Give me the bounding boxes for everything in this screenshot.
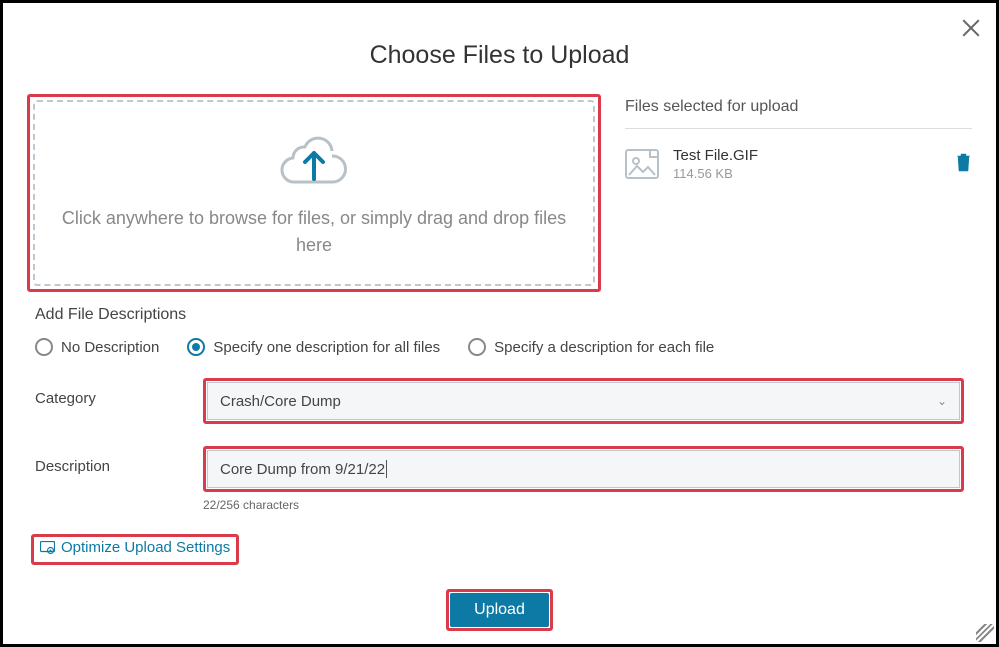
category-label: Category (35, 378, 203, 407)
radio-one-description[interactable]: Specify one description for all files (187, 338, 440, 356)
file-dropzone[interactable]: Click anywhere to browse for files, or s… (33, 100, 595, 286)
radio-no-description[interactable]: No Description (35, 338, 159, 356)
file-size: 114.56 KB (673, 166, 941, 181)
category-select[interactable]: Crash/Core Dump ⌄ (207, 382, 960, 420)
image-file-icon (625, 149, 659, 179)
resize-grip-icon[interactable] (976, 624, 994, 642)
upload-highlight: Upload (446, 589, 553, 631)
chevron-down-icon: ⌄ (937, 394, 947, 408)
dialog-title: Choose Files to Upload (3, 41, 996, 70)
description-label: Description (35, 446, 203, 475)
category-value: Crash/Core Dump (220, 393, 341, 410)
radio-label: No Description (61, 339, 159, 356)
optimize-highlight: Optimize Upload Settings (31, 534, 239, 565)
text-cursor (386, 460, 387, 478)
dropzone-text: Click anywhere to browse for files, or s… (55, 205, 573, 259)
settings-icon (40, 541, 55, 555)
file-name: Test File.GIF (673, 147, 941, 164)
description-value: Core Dump from 9/21/22 (220, 461, 385, 478)
upload-button[interactable]: Upload (450, 593, 549, 627)
close-icon[interactable] (960, 17, 982, 39)
descriptions-label: Add File Descriptions (35, 306, 964, 324)
delete-file-icon[interactable] (955, 152, 972, 177)
files-selected-heading: Files selected for upload (625, 98, 972, 129)
radio-each-description[interactable]: Specify a description for each file (468, 338, 714, 356)
dropzone-highlight: Click anywhere to browse for files, or s… (27, 94, 601, 292)
radio-label: Specify one description for all files (213, 339, 440, 356)
radio-label: Specify a description for each file (494, 339, 714, 356)
optimize-upload-settings-button[interactable]: Optimize Upload Settings (40, 539, 230, 556)
description-counter: 22/256 characters (203, 498, 964, 512)
description-highlight: Core Dump from 9/21/22 (203, 446, 964, 492)
optimize-label: Optimize Upload Settings (61, 539, 230, 556)
file-row: Test File.GIF 114.56 KB (625, 129, 972, 181)
description-input[interactable]: Core Dump from 9/21/22 (207, 450, 960, 488)
category-highlight: Crash/Core Dump ⌄ (203, 378, 964, 424)
upload-cloud-icon (277, 127, 351, 187)
